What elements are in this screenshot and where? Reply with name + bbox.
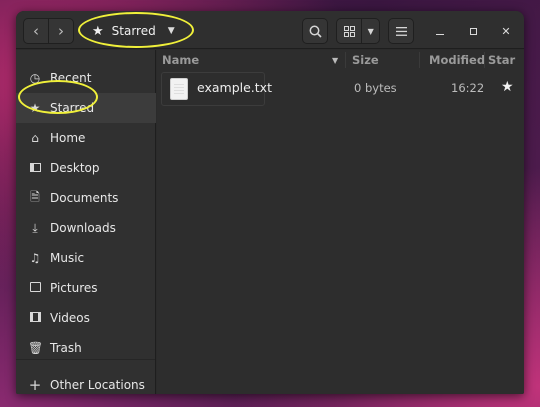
sort-descending-icon: ▼ — [332, 56, 339, 65]
film-icon — [28, 311, 42, 325]
chevron-right-icon: › — [58, 22, 64, 40]
home-icon: ⌂ — [31, 131, 39, 145]
sidebar-item-label: Pictures — [50, 281, 98, 295]
minimize-icon — [436, 33, 444, 35]
sidebar-item-documents[interactable]: 🗎 Documents — [16, 183, 156, 213]
column-divider — [484, 52, 485, 68]
sidebar-item-recent[interactable]: ◷ Recent — [16, 63, 156, 93]
sidebar-item-label: Videos — [50, 311, 90, 325]
file-list-view: Name ▼ Size Modified Star example.txt 0 … — [157, 50, 524, 394]
star-icon: ★ — [29, 101, 41, 115]
menu-button[interactable] — [388, 18, 414, 44]
sidebar-item-desktop[interactable]: Desktop — [16, 153, 156, 183]
hamburger-menu-icon — [395, 26, 407, 36]
sidebar-item-starred[interactable]: ★ Starred — [16, 93, 156, 123]
column-header-size[interactable]: Size — [352, 53, 379, 67]
sidebar-item-label: Desktop — [50, 161, 100, 175]
search-button[interactable] — [302, 18, 328, 44]
download-icon: ⤓ — [32, 220, 38, 235]
sidebar-item-label: Other Locations — [50, 378, 145, 392]
sidebar-item-label: Recent — [50, 71, 92, 85]
text-file-icon — [170, 78, 188, 100]
desktop-icon — [28, 161, 42, 175]
sidebar-item-label: Home — [50, 131, 86, 145]
plus-icon: + — [28, 376, 42, 394]
column-header-row: Name ▼ Size Modified Star — [157, 50, 524, 70]
header-bar: ‹ › ★ Starred ▼ ▼ ✕ — [16, 11, 524, 49]
view-toggle-button[interactable] — [337, 19, 363, 43]
trash-icon: 🗑 — [28, 341, 44, 355]
sidebar-item-videos[interactable]: Videos — [16, 303, 156, 333]
picture-icon — [28, 281, 42, 295]
file-modified: 16:22 — [451, 81, 485, 95]
chevron-left-icon: ‹ — [33, 22, 39, 40]
back-button[interactable]: ‹ — [24, 19, 48, 43]
minimize-button[interactable] — [430, 21, 450, 41]
column-header-modified[interactable]: Modified — [429, 53, 485, 67]
forward-button[interactable]: › — [48, 19, 73, 43]
sidebar-separator — [16, 359, 155, 360]
table-row[interactable]: example.txt 0 bytes 16:22 ★ — [157, 70, 524, 106]
sidebar-item-downloads[interactable]: ⤓ Downloads — [16, 213, 156, 243]
sidebar: ◷ Recent ★ Starred ⌂ Home Desktop 🗎 Docu… — [16, 50, 156, 394]
triangle-down-icon: ▼ — [167, 26, 175, 36]
view-options-button[interactable]: ▼ — [362, 19, 379, 43]
location-label: Starred — [111, 24, 156, 38]
search-icon — [309, 25, 322, 38]
sidebar-item-label: Trash — [50, 341, 82, 355]
sidebar-item-label: Downloads — [50, 221, 116, 235]
maximize-button[interactable] — [463, 21, 483, 41]
column-divider — [419, 52, 420, 68]
grid-view-icon — [343, 25, 355, 37]
close-button[interactable]: ✕ — [496, 21, 516, 41]
maximize-icon — [469, 27, 477, 35]
nav-button-group: ‹ › — [23, 18, 74, 44]
sidebar-item-music[interactable]: ♫ Music — [16, 243, 156, 273]
sidebar-item-home[interactable]: ⌂ Home — [16, 123, 156, 153]
triangle-down-icon: ▼ — [367, 26, 374, 36]
sidebar-item-label: Music — [50, 251, 85, 265]
close-icon: ✕ — [501, 24, 511, 38]
file-size: 0 bytes — [354, 81, 397, 95]
star-icon[interactable]: ★ — [501, 79, 514, 95]
column-divider — [345, 52, 346, 68]
file-name: example.txt — [197, 80, 272, 95]
location-button[interactable]: ★ Starred ▼ — [82, 19, 188, 43]
sidebar-item-other-locations[interactable]: + Other Locations — [16, 370, 156, 394]
star-icon: ★ — [92, 23, 104, 39]
music-icon: ♫ — [29, 251, 41, 265]
sidebar-item-label: Documents — [50, 191, 119, 205]
clock-icon: ◷ — [29, 71, 41, 85]
sidebar-item-pictures[interactable]: Pictures — [16, 273, 156, 303]
column-header-star[interactable]: Star — [488, 53, 515, 67]
view-button-group: ▼ — [336, 18, 380, 44]
document-icon: 🗎 — [30, 189, 40, 204]
file-manager-window: ‹ › ★ Starred ▼ ▼ ✕ ◷ Recent ★ Starred ⌂… — [16, 11, 524, 394]
column-header-name[interactable]: Name — [162, 53, 199, 67]
sidebar-item-label: Starred — [50, 101, 95, 115]
